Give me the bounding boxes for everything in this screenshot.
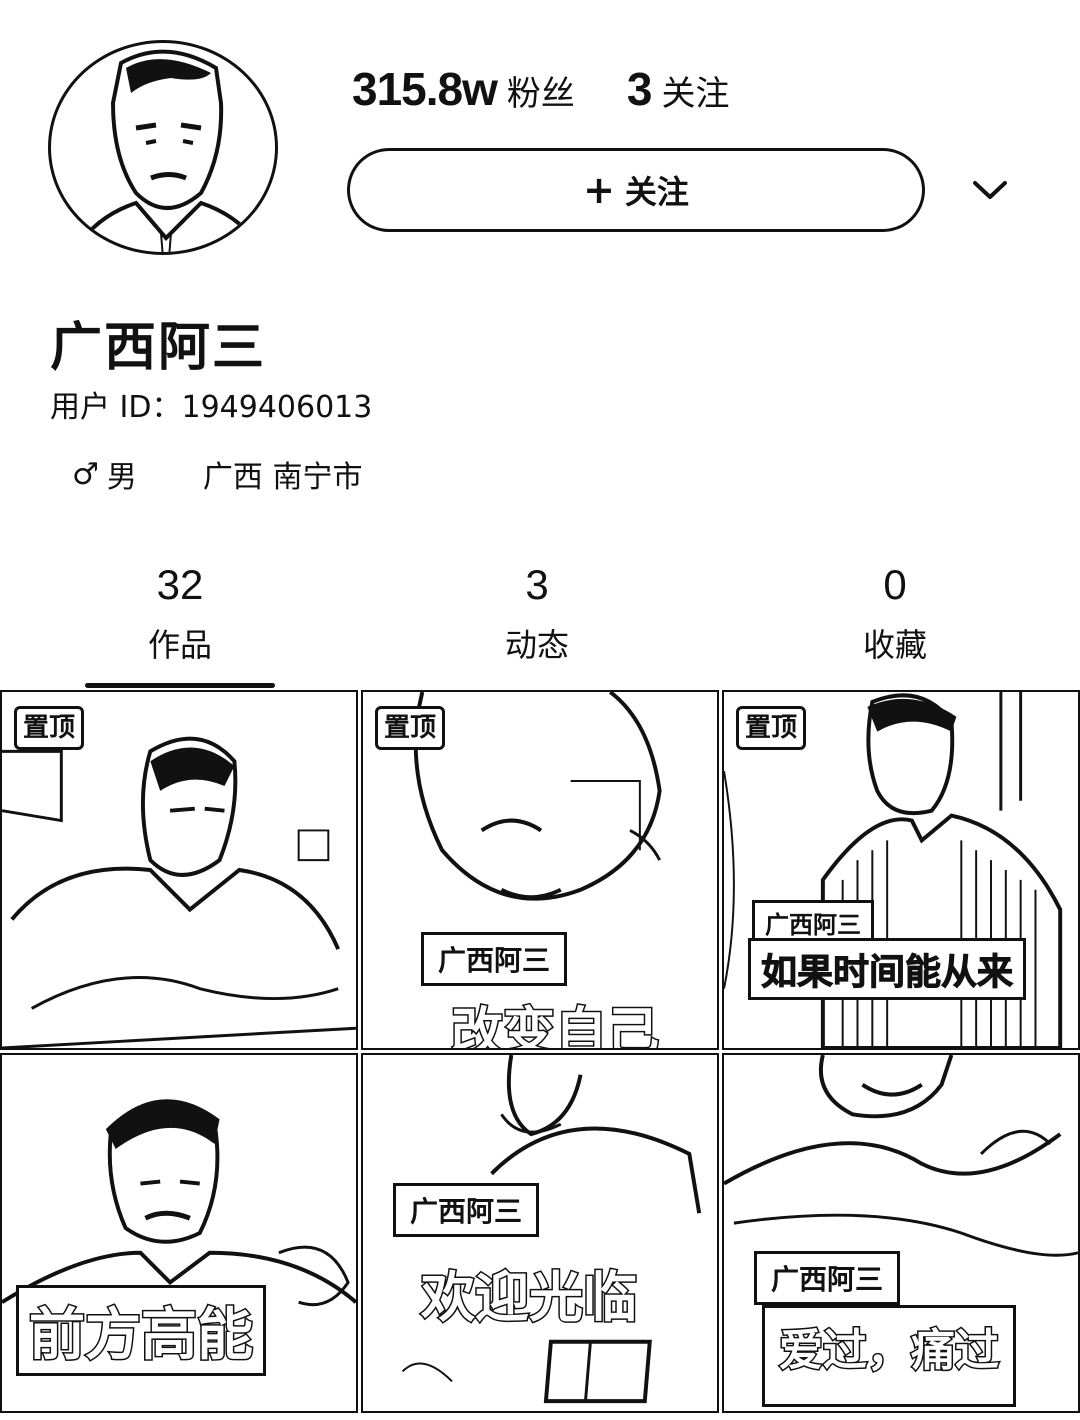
location-label: 广西 南宁市 (202, 460, 363, 495)
video-caption: 改变自己 (449, 1002, 660, 1050)
following-count[interactable]: 3 (627, 62, 653, 116)
followers-label[interactable]: 粉丝 (507, 66, 575, 115)
pinned-badge: 置顶 (14, 706, 85, 750)
gender-label: 男 (106, 460, 137, 495)
author-tag: 广西阿三 (421, 932, 568, 986)
tab-moments-label: 动态 (504, 626, 569, 664)
video-card[interactable]: 置顶 广西阿三 如果时间能从来 (722, 690, 1080, 1050)
tab-works-label: 作品 (147, 626, 212, 664)
profile-meta: ♂ 男 广西 南宁市 (72, 452, 362, 496)
video-card[interactable]: 广西阿三 欢迎光临 (361, 1053, 719, 1413)
profile-tabs: 32 作品 3 动态 0 收藏 (0, 560, 1080, 690)
tab-favorites-label: 收藏 (862, 626, 927, 664)
tab-works-count: 32 (156, 561, 204, 608)
male-icon: ♂ (72, 456, 99, 492)
author-tag: 广西阿三 (754, 1251, 901, 1305)
video-card[interactable]: 置顶 (0, 690, 358, 1050)
follow-button-label: 关注 (624, 173, 689, 211)
video-card[interactable]: 前方高能 (0, 1053, 358, 1413)
video-caption: 前方高能 (16, 1285, 266, 1376)
following-label[interactable]: 关注 (662, 66, 730, 115)
tab-moments-count: 3 (525, 561, 549, 608)
tab-favorites-count: 0 (883, 561, 907, 608)
tab-works[interactable]: 32 作品 (110, 560, 250, 666)
video-card[interactable]: 广西阿三 爱过，痛过 (722, 1053, 1080, 1413)
author-tag: 广西阿三 (393, 1183, 540, 1237)
follow-button[interactable]: + 关注 (347, 148, 925, 232)
video-caption: 爱过，痛过 (762, 1305, 1016, 1407)
video-grid: 置顶 置顶 广西阿三 改变自己 置顶 广西阿三 如果时间能从来 前方高能 广西阿… (0, 690, 1080, 1420)
tab-favorites[interactable]: 0 收藏 (825, 560, 965, 666)
avatar[interactable] (48, 40, 278, 255)
pinned-badge: 置顶 (736, 706, 807, 750)
user-id: 用户 ID：1949406013 (50, 390, 373, 425)
video-caption: 欢迎光临 (420, 1265, 639, 1331)
tab-moments[interactable]: 3 动态 (467, 560, 607, 666)
profile-stats: 315.8w 粉丝 3 关注 (352, 62, 782, 116)
video-card[interactable]: 置顶 广西阿三 改变自己 (361, 690, 719, 1050)
plus-icon: + (583, 168, 615, 212)
video-caption: 如果时间能从来 (748, 938, 1027, 1000)
chevron-down-icon (973, 181, 1007, 199)
pinned-badge: 置顶 (375, 706, 446, 750)
followers-count[interactable]: 315.8w (352, 62, 498, 116)
active-tab-indicator (85, 683, 275, 688)
username: 广西阿三 (50, 318, 267, 378)
avatar-portrait (72, 49, 265, 252)
more-options-button[interactable] (962, 168, 1018, 212)
